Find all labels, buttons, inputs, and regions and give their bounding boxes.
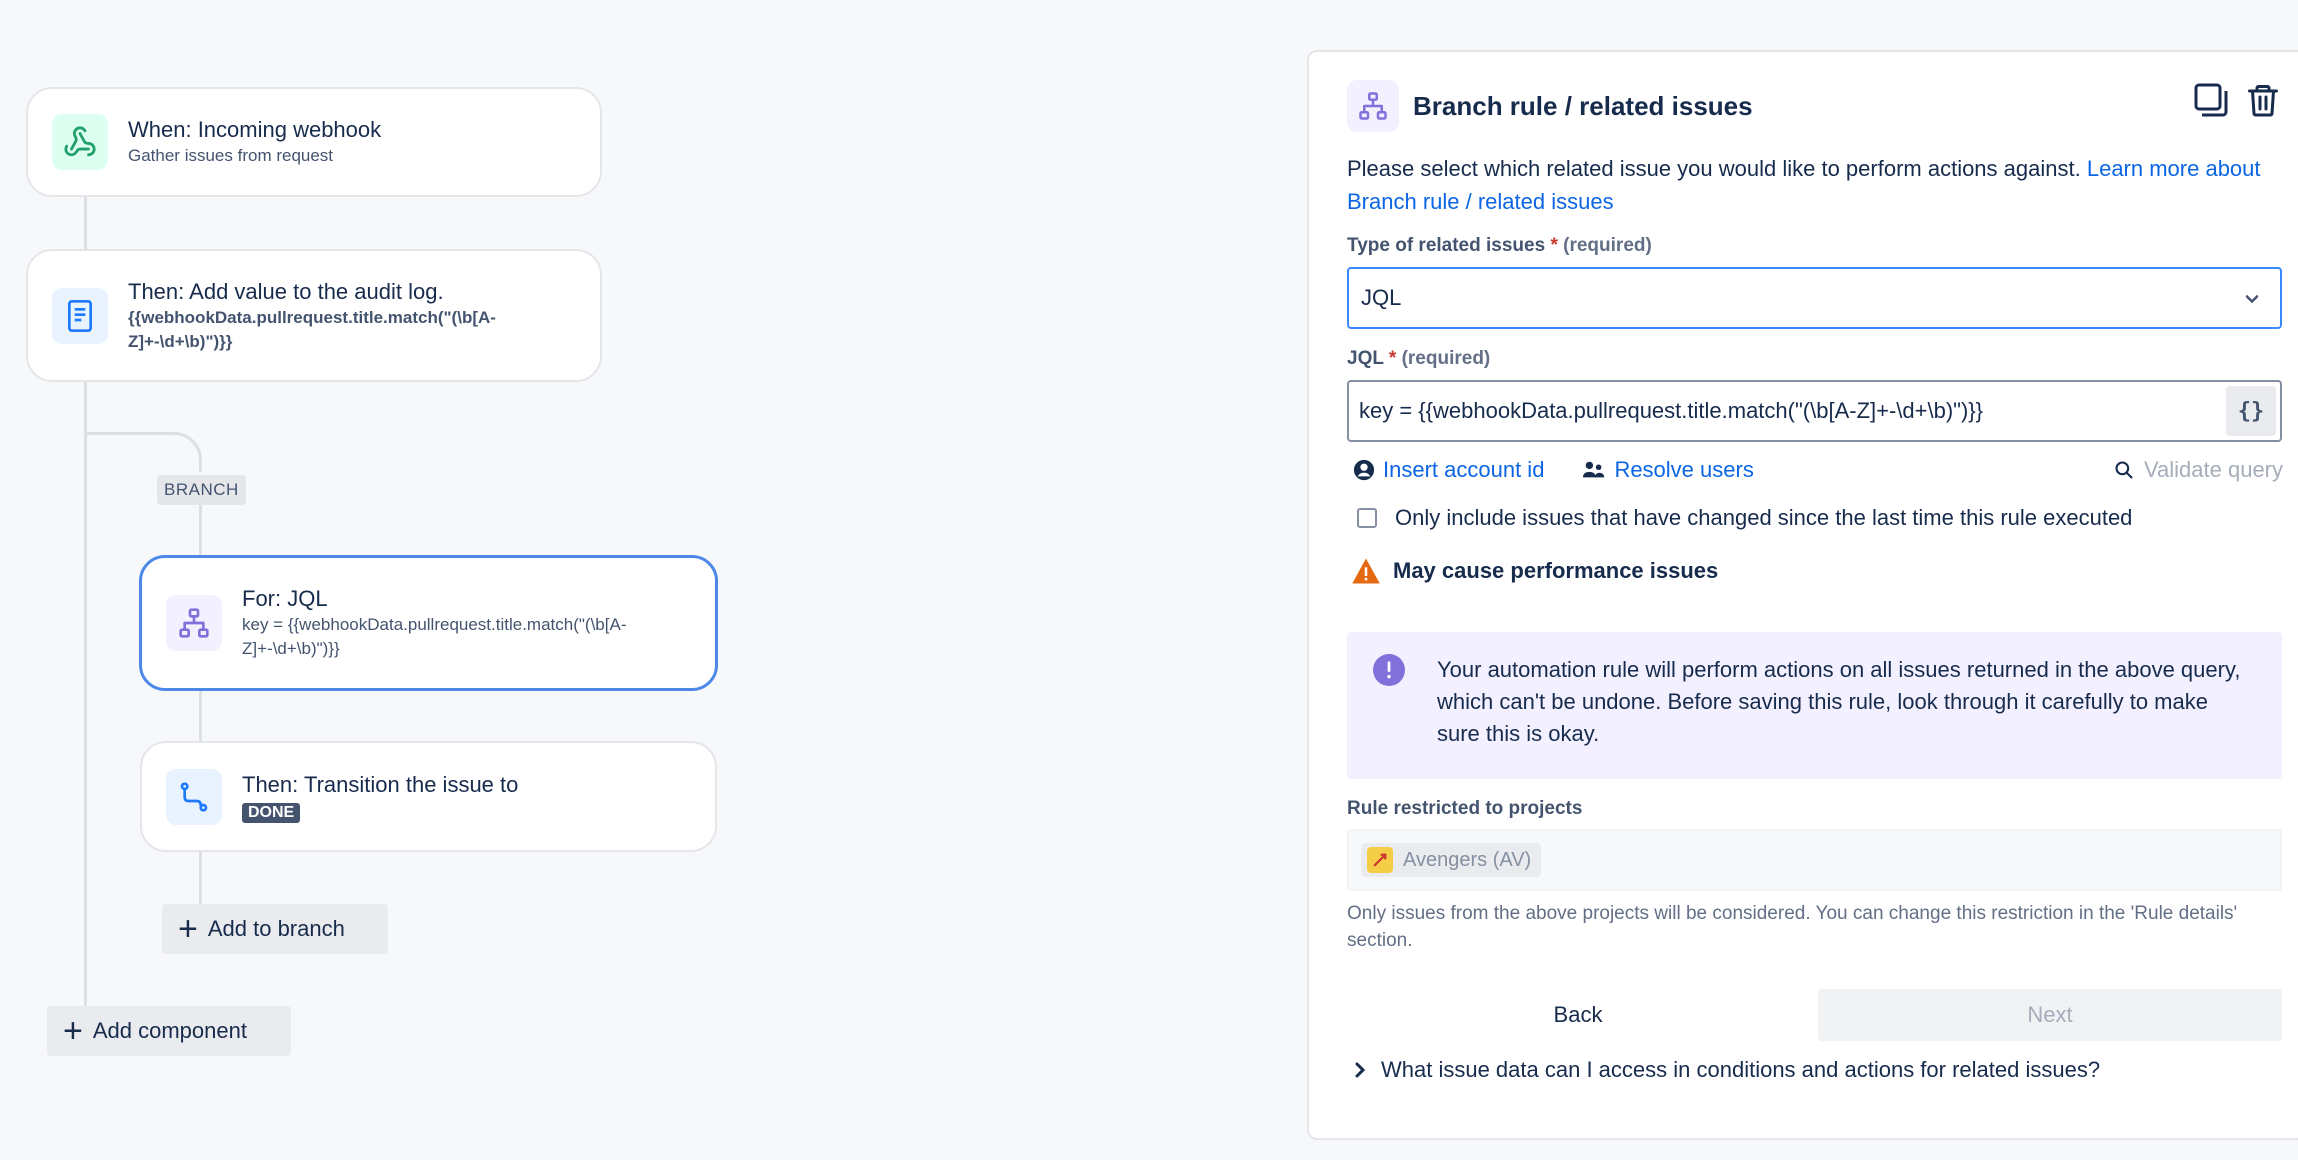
hierarchy-icon <box>166 595 222 651</box>
connector-line <box>199 505 202 557</box>
discovery-message: Your automation rule will perform action… <box>1347 632 2282 779</box>
people-icon <box>1583 461 1605 478</box>
webhook-icon <box>52 114 108 170</box>
smart-value-button[interactable]: {} <box>2226 386 2276 436</box>
insert-account-label: Insert account id <box>1383 457 1545 482</box>
project-name: Avengers (AV) <box>1403 848 1532 871</box>
changed-issues-checkbox[interactable] <box>1357 508 1377 528</box>
required-text: (required) <box>1401 348 1491 369</box>
panel-actions <box>2191 80 2283 120</box>
resolve-users-label: Resolve users <box>1614 457 1754 482</box>
trash-icon[interactable] <box>2243 80 2283 120</box>
restricted-label-text: Rule restricted to projects <box>1347 798 1583 819</box>
related-issues-type-select[interactable]: JQL <box>1347 267 2282 329</box>
duplicate-icon[interactable] <box>2191 80 2231 120</box>
description-text: Please select which related issue you wo… <box>1347 156 2081 181</box>
project-avatar-icon <box>1367 847 1393 873</box>
jql-label-text: JQL <box>1347 348 1384 369</box>
type-label-text: Type of related issues <box>1347 235 1546 256</box>
checkbox-label: Only include issues that have changed si… <box>1395 505 2133 530</box>
branch-connector <box>84 432 202 472</box>
info-text: Your automation rule will perform action… <box>1437 657 2241 746</box>
component-config-panel: Branch rule / related issues Please sele… <box>1307 50 2298 1140</box>
plus-icon: + <box>178 910 198 948</box>
panel-description: Please select which related issue you wo… <box>1347 152 2287 218</box>
back-button[interactable]: Back <box>1347 989 1809 1041</box>
branch-title: For: JQL <box>242 586 328 611</box>
branch-jql-node[interactable]: For: JQL key = {{webhookData.pullrequest… <box>139 555 718 691</box>
trigger-title: When: Incoming webhook <box>128 117 382 142</box>
jql-label: JQL * (required) <box>1347 348 1490 370</box>
connector-line <box>84 380 87 1010</box>
search-icon <box>2115 461 2133 479</box>
status-lozenge: DONE <box>242 802 301 823</box>
transition-title: Then: Transition the issue to <box>242 771 519 797</box>
restriction-helper-text: Only issues from the above projects will… <box>1347 903 2238 951</box>
trigger-subtitle: Gather issues from request <box>128 146 334 165</box>
audit-log-value-line1: {{webhookData.pullrequest.title.match("(… <box>128 307 496 327</box>
faq-expander[interactable]: What issue data can I access in conditio… <box>1353 1057 2100 1083</box>
hierarchy-icon <box>1347 80 1399 132</box>
jql-value: key = {{webhookData.pullrequest.title.ma… <box>1359 398 1983 423</box>
add-to-branch-button[interactable]: + Add to branch <box>162 904 388 954</box>
transition-node[interactable]: Then: Transition the issue to DONE <box>140 741 717 852</box>
validate-query-label: Validate query <box>2143 457 2283 482</box>
trigger-node[interactable]: When: Incoming webhook Gather issues fro… <box>26 87 602 197</box>
changed-issues-option[interactable]: Only include issues that have changed si… <box>1357 505 2132 531</box>
add-to-branch-label: Add to branch <box>207 916 345 941</box>
connector-line <box>199 850 202 906</box>
required-star: * <box>1388 348 1397 369</box>
project-tag: Avengers (AV) <box>1361 843 1542 877</box>
restricted-projects-field: Avengers (AV) <box>1347 829 2282 891</box>
select-value: JQL <box>1361 285 1402 310</box>
panel-header: Branch rule / related issues <box>1347 80 2298 132</box>
chevron-down-icon <box>2242 289 2262 315</box>
audit-log-value-line2: Z]+-\d+\b)")}} <box>128 331 233 351</box>
type-label: Type of related issues * (required) <box>1347 235 1652 257</box>
warning-text: May cause performance issues <box>1393 558 1719 583</box>
branch-jql-line2: Z]+-\d+\b)")}} <box>242 639 340 658</box>
performance-warning: May cause performance issues <box>1351 557 1718 585</box>
document-icon <box>52 287 108 344</box>
required-star: * <box>1550 235 1558 256</box>
exclamation-icon <box>1373 654 1405 695</box>
connector-line <box>199 690 202 744</box>
required-text: (required) <box>1563 235 1652 256</box>
faq-label: What issue data can I access in conditio… <box>1381 1057 2101 1082</box>
plus-icon: + <box>63 1012 83 1050</box>
chevron-right-icon <box>1355 1062 1366 1078</box>
connector-line <box>84 196 87 252</box>
resolve-users-link[interactable]: Resolve users <box>1582 457 1754 483</box>
branch-label: BRANCH <box>157 475 246 505</box>
insert-account-id-link[interactable]: Insert account id <box>1353 457 1544 483</box>
restricted-label: Rule restricted to projects <box>1347 798 1582 820</box>
transition-icon <box>166 768 222 825</box>
warning-icon <box>1352 558 1380 584</box>
audit-log-title: Then: Add value to the audit log. <box>128 278 444 304</box>
panel-title: Branch rule / related issues <box>1413 90 1753 121</box>
add-component-label: Add component <box>92 1018 247 1043</box>
jql-helpers: Insert account id Resolve users Validate… <box>1353 450 2283 490</box>
user-circle-icon <box>1353 459 1375 481</box>
validate-query-button[interactable]: Validate query <box>2114 457 2283 483</box>
audit-log-node[interactable]: Then: Add value to the audit log. {{webh… <box>26 249 602 382</box>
branch-jql-line1: key = {{webhookData.pullrequest.title.ma… <box>242 615 627 634</box>
next-button[interactable]: Next <box>1818 989 2282 1041</box>
add-component-button[interactable]: + Add component <box>47 1006 291 1056</box>
jql-input[interactable]: key = {{webhookData.pullrequest.title.ma… <box>1347 380 2282 442</box>
